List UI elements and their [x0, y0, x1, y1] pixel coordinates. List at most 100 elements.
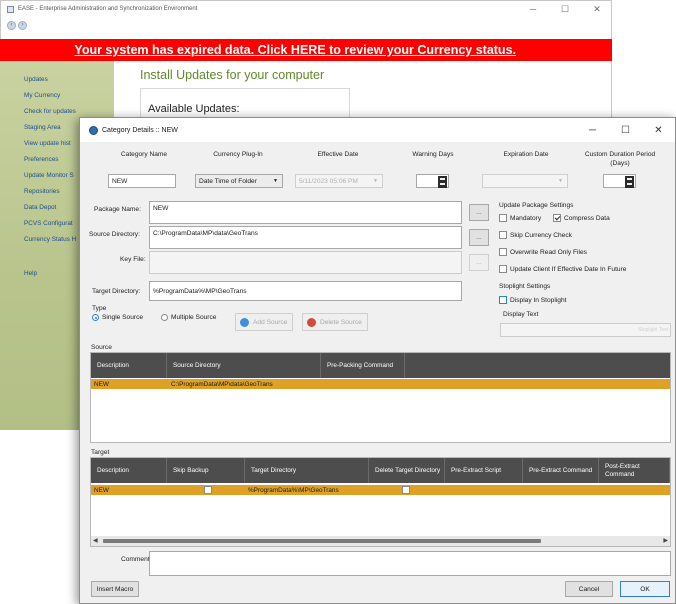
sidebar-item-my-currency[interactable]: My Currency [24, 92, 60, 99]
package-name-input[interactable]: NEW [149, 201, 462, 224]
mandatory-option[interactable]: Mandatory [499, 214, 541, 222]
dialog-close-button[interactable]: ✕ [642, 125, 675, 136]
target-grid-scrollbar[interactable]: ◀ ▶ [91, 536, 670, 546]
plus-circle-icon [240, 317, 249, 327]
sidebar-item-update-monitor[interactable]: Update Monitor S [24, 172, 74, 179]
back-icon[interactable]: ‹ [7, 20, 16, 30]
key-file-label: Key File: [120, 256, 146, 263]
target-col-pre-extract-command[interactable]: Pre-Extract Command [523, 458, 599, 483]
custom-duration-spinner[interactable] [603, 174, 636, 188]
scroll-left-icon[interactable]: ◀ [93, 537, 98, 544]
expired-data-banner[interactable]: Your system has expired data. Click HERE… [0, 39, 612, 61]
background-title-bar: EASE - Enterprise Administration and Syn… [1, 1, 611, 17]
cancel-button[interactable]: Cancel [565, 581, 613, 597]
single-source-option[interactable]: Single Source [92, 314, 143, 321]
table-row[interactable]: NEW %ProgramData%\MP\GeoTrans [91, 485, 670, 495]
sidebar-item-help[interactable]: Help [24, 270, 37, 277]
delete-directory-checkbox[interactable] [402, 486, 410, 494]
display-stoplight-option[interactable]: Display In Stoplight [499, 296, 566, 304]
source-directory-input[interactable]: C:\ProgramData\MP\data\GeoTrans [149, 226, 462, 249]
available-updates-label: Available Updates: [148, 103, 240, 115]
multiple-source-option[interactable]: Multiple Source [161, 314, 216, 321]
compress-data-option[interactable]: Compress Data [553, 214, 610, 222]
delete-source-label: Delete Source [320, 318, 362, 326]
overwrite-readonly-checkbox[interactable] [499, 248, 507, 256]
spinner-arrows-icon[interactable] [625, 176, 634, 188]
chevron-down-icon: ▼ [273, 178, 278, 184]
warning-days-spinner[interactable] [416, 174, 449, 188]
source-row-directory: C:\ProgramData\MP\data\GeoTrans [171, 380, 273, 388]
category-details-dialog: Category Details :: NEW ─ ☐ ✕ Category N… [79, 117, 676, 604]
source-col-pre-packing[interactable]: Pre-Packing Command [321, 353, 405, 378]
sidebar-item-currency-status[interactable]: Currency Status H [24, 236, 76, 243]
dialog-maximize-button[interactable]: ☐ [609, 125, 642, 136]
category-name-input[interactable]: NEW [108, 174, 176, 188]
overwrite-readonly-label: Overwrite Read Only Files [510, 248, 587, 256]
update-client-option[interactable]: Update Client If Effective Date In Futur… [499, 265, 626, 273]
single-source-radio[interactable] [92, 314, 99, 321]
skip-backup-checkbox[interactable] [204, 486, 212, 494]
ok-button[interactable]: OK [620, 581, 670, 597]
compress-data-checkbox[interactable] [553, 214, 561, 222]
expiration-date-picker: ▼ [482, 174, 568, 188]
delete-dir-cell [400, 485, 410, 495]
sidebar-item-updates[interactable]: Updates [24, 76, 48, 83]
sidebar-item-preferences[interactable]: Preferences [24, 156, 58, 163]
insert-macro-button[interactable]: Insert Macro [91, 581, 139, 597]
comments-input[interactable] [149, 551, 671, 576]
target-col-directory[interactable]: Target Directory [245, 458, 369, 483]
minimize-button[interactable]: ─ [519, 4, 547, 14]
display-stoplight-checkbox[interactable] [499, 296, 507, 304]
display-text-input: Stoplight Text [500, 323, 671, 337]
dialog-minimize-button[interactable]: ─ [576, 125, 609, 136]
nav-bar: ‹ › [1, 17, 611, 33]
install-updates-heading: Install Updates for your computer [140, 68, 325, 82]
currency-plugin-select[interactable]: Date Time of Folder ▼ [195, 174, 283, 188]
sidebar-item-check-updates[interactable]: Check for updates [24, 108, 76, 115]
maximize-button[interactable]: ☐ [551, 4, 579, 15]
app-icon [89, 125, 98, 135]
source-directory-browse-button[interactable]: ... [469, 229, 489, 246]
update-client-checkbox[interactable] [499, 265, 507, 273]
target-directory-input[interactable]: %ProgramData%\MP\GeoTrans [149, 281, 462, 301]
skip-currency-option[interactable]: Skip Currency Check [499, 231, 572, 239]
target-row-description: NEW [94, 486, 109, 494]
background-title: EASE - Enterprise Administration and Syn… [18, 6, 198, 12]
stoplight-settings-title: Stoplight Settings [499, 283, 551, 290]
target-col-skip-backup[interactable]: Skip Backup [167, 458, 245, 483]
source-col-directory[interactable]: Source Directory [167, 353, 321, 378]
effective-date-picker: 5/11/2023 05:06 PM ▼ [295, 174, 383, 188]
update-client-label: Update Client If Effective Date In Futur… [510, 265, 627, 273]
sidebar-item-update-history[interactable]: View update hist [24, 140, 71, 147]
compress-data-label: Compress Data [564, 214, 610, 222]
target-col-pre-extract-script[interactable]: Pre-Extract Script [445, 458, 523, 483]
source-col-description[interactable]: Description [91, 353, 167, 378]
dialog-title-bar: Category Details :: NEW ─ ☐ ✕ [80, 118, 675, 142]
spinner-arrows-icon[interactable] [438, 176, 447, 188]
table-row[interactable]: NEW C:\ProgramData\MP\data\GeoTrans [91, 379, 670, 389]
mandatory-checkbox[interactable] [499, 214, 507, 222]
multiple-source-radio[interactable] [161, 314, 168, 321]
chevron-down-icon: ▼ [558, 178, 563, 184]
banner-link[interactable]: Your system has expired data. Click HERE… [74, 43, 516, 57]
sidebar-item-staging-area[interactable]: Staging Area [24, 124, 61, 131]
effective-date-value: 5/11/2023 05:06 PM [299, 177, 358, 185]
scrollbar-thumb[interactable] [103, 539, 541, 543]
target-col-delete-dir[interactable]: Delete Target Directory [369, 458, 445, 483]
sidebar-item-pcvs-config[interactable]: PCVS Configurat [24, 220, 73, 227]
forward-icon[interactable]: › [18, 20, 27, 30]
target-col-post-extract-command[interactable]: Post-Extract Command [599, 458, 670, 483]
sidebar-item-data-depot[interactable]: Data Depot [24, 204, 56, 211]
target-col-description[interactable]: Description [91, 458, 167, 483]
overwrite-readonly-option[interactable]: Overwrite Read Only Files [499, 248, 587, 256]
target-grid-header: Description Skip Backup Target Directory… [91, 458, 670, 483]
scroll-right-icon[interactable]: ▶ [663, 537, 668, 544]
package-name-browse-button[interactable]: ... [469, 204, 489, 221]
key-file-input [149, 251, 462, 274]
close-button[interactable]: ✕ [583, 4, 611, 15]
skip-currency-checkbox[interactable] [499, 231, 507, 239]
custom-duration-label: Custom Duration Period (Days) [584, 151, 656, 167]
target-directory-label: Target Directory: [92, 288, 141, 295]
sidebar-item-repositories[interactable]: Repositories [24, 188, 60, 195]
skip-currency-label: Skip Currency Check [510, 231, 572, 239]
